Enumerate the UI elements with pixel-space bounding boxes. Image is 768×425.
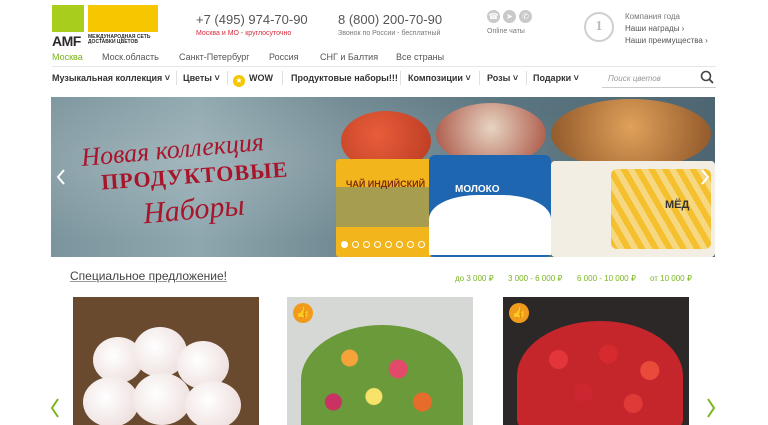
search-icon[interactable] [700, 70, 714, 84]
nav-separator [227, 71, 228, 85]
thumbs-up-icon: 👍 [293, 303, 313, 323]
logo-lime-square [52, 5, 84, 32]
banner-dot[interactable] [407, 241, 414, 248]
thumbs-up-icon: 👍 [509, 303, 529, 323]
banner-pagination [341, 241, 425, 248]
phone-russia-number[interactable]: 8 (800) 200-70-90 [338, 12, 442, 27]
milk-box-label: МОЛОКО [455, 184, 500, 195]
nav-separator [282, 71, 283, 85]
award-laurel-icon: 1 [584, 12, 614, 42]
logo-tagline: Международная сеть доставки цветов [88, 34, 151, 45]
phone-moscow-number[interactable]: +7 (495) 974-70-90 [196, 12, 308, 27]
banner-dot[interactable] [385, 241, 392, 248]
snacks-pile-image [551, 99, 711, 169]
milk-gift-box-image: МОЛОКО [429, 155, 551, 257]
search-box [602, 67, 716, 88]
nav-compositions[interactable]: Композиции ˅ [408, 73, 471, 83]
products-prev-arrow-icon[interactable] [50, 398, 60, 418]
company-of-year: Компания года Наши награды › Наши преиму… [625, 11, 708, 47]
nav-music-collection[interactable]: Музыкальная коллекция ˅ [52, 73, 170, 83]
phone-russia-note: Звонок по России - бесплатный [338, 30, 441, 37]
price-filter-6000-10000[interactable]: 6 000 - 10 000 ₽ [577, 274, 650, 283]
special-offer-heading[interactable]: Специальное предложение! [70, 269, 227, 283]
honey-gift-box-image: МЁД [551, 161, 715, 257]
nav-separator [400, 71, 401, 85]
nav-food-sets[interactable]: Продуктовые наборы!!! [291, 73, 398, 83]
phone-moscow[interactable]: +7 (495) 974-70-90 Москва и МО - круглос… [196, 12, 308, 37]
online-chats-label: Online чаты [487, 28, 525, 35]
tulips-image [517, 321, 683, 425]
product-card-alstroemeria[interactable]: 👍 [287, 297, 473, 425]
honey-box-label: МЁД [665, 199, 690, 211]
product-card-tulips[interactable]: 👍 [503, 297, 689, 425]
nav-roses[interactable]: Розы ˅ [487, 73, 518, 83]
price-filter-under-3000[interactable]: до 3 000 ₽ [455, 274, 508, 283]
city-russia[interactable]: Россия [269, 52, 320, 62]
banner-dot[interactable] [363, 241, 370, 248]
nav-wow-label: WOW [249, 73, 273, 83]
viber-icon[interactable]: ☎ [487, 10, 500, 23]
bouquet-image [301, 325, 463, 425]
nav-separator [526, 71, 527, 85]
banner-dot[interactable] [352, 241, 359, 248]
tea-box-label: ЧАЙ ИНДИЙСКИЙ [346, 179, 426, 189]
logo-yellow-square [88, 5, 158, 32]
products-next-arrow-icon[interactable] [706, 398, 716, 418]
banner-dot[interactable] [374, 241, 381, 248]
star-icon: ★ [233, 75, 245, 87]
city-cis-baltic[interactable]: СНГ и Балтия [320, 52, 396, 62]
product-card-peonies[interactable] [73, 297, 259, 425]
price-filters: до 3 000 ₽ 3 000 - 6 000 ₽ 6 000 - 10 00… [455, 274, 692, 283]
search-input[interactable] [608, 71, 698, 85]
phone-moscow-note: Москва и МО - круглосуточно [196, 30, 292, 37]
banner-dot[interactable] [418, 241, 425, 248]
nav-gifts[interactable]: Подарки ˅ [533, 73, 579, 83]
nav-flowers[interactable]: Цветы ˅ [183, 73, 220, 83]
logo-text: AMF [52, 33, 81, 49]
price-filter-3000-6000[interactable]: 3 000 - 6 000 ₽ [508, 274, 577, 283]
advantages-link[interactable]: Наши преимущества › [625, 35, 708, 47]
company-title: Компания года [625, 12, 680, 21]
whatsapp-icon[interactable]: ✆ [519, 10, 532, 23]
city-all-countries[interactable]: Все страны [396, 52, 444, 62]
amf-logo[interactable]: AMF Международная сеть доставки цветов [52, 5, 158, 49]
awards-link[interactable]: Наши награды › [625, 23, 708, 35]
banner-next-arrow-icon[interactable] [699, 169, 711, 185]
city-moscow[interactable]: Москва [52, 52, 102, 62]
telegram-icon[interactable]: ➤ [503, 10, 516, 23]
banner-dot[interactable] [396, 241, 403, 248]
phone-russia[interactable]: 8 (800) 200-70-90 Звонок по России - бес… [338, 12, 442, 37]
peony-image [185, 381, 241, 425]
main-nav: Музыкальная коллекция ˅ Цветы ˅ ★ WOW Про… [52, 67, 716, 89]
peony-image [133, 373, 191, 425]
city-selector: Москва Моск.область Санкт-Петербург Росс… [52, 52, 444, 62]
banner-prev-arrow-icon[interactable] [55, 169, 67, 185]
banner-dot[interactable] [341, 241, 348, 248]
city-saint-petersburg[interactable]: Санкт-Петербург [179, 52, 269, 62]
nav-separator [176, 71, 177, 85]
nav-wow[interactable]: ★ WOW [233, 73, 273, 87]
city-moscow-region[interactable]: Моск.область [102, 52, 179, 62]
price-filter-over-10000[interactable]: от 10 000 ₽ [650, 274, 692, 283]
online-chats[interactable]: ☎ ➤ ✆ Online чаты [487, 10, 537, 35]
nav-separator [479, 71, 480, 85]
promo-banner[interactable]: Новая коллекция ПРОДУКТОВЫЕ Наборы ЧАЙ И… [51, 97, 715, 257]
peony-image [83, 377, 139, 425]
